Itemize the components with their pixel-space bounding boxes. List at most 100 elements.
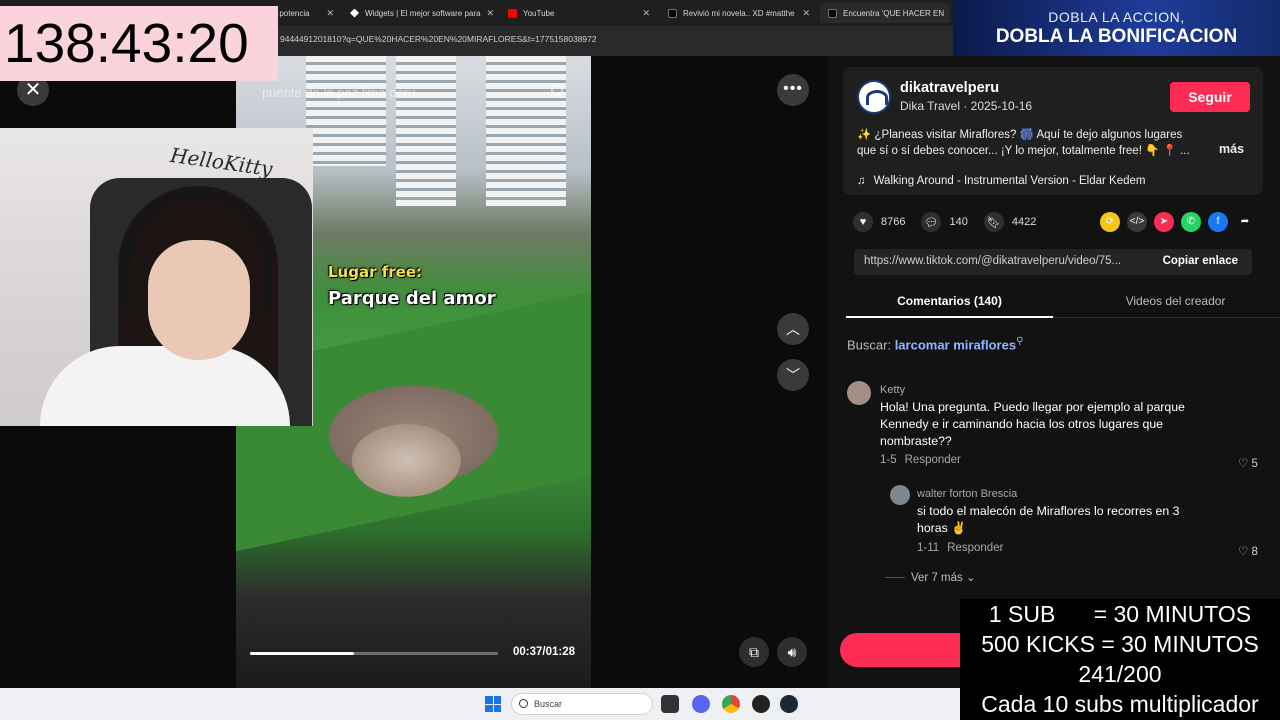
obs-icon[interactable] <box>752 695 770 713</box>
tiktok-favicon-icon <box>828 8 837 18</box>
more-options-button[interactable]: ••• <box>777 74 809 106</box>
promo-line-1: DOBLA LA ACCION, <box>1048 9 1185 25</box>
close-tab-icon[interactable]: ✕ <box>486 8 494 19</box>
subathon-line-2: 500 KICKS = 30 MINUTOS <box>981 631 1259 657</box>
close-tab-icon[interactable]: ✕ <box>642 8 650 19</box>
reply-button[interactable]: Responder <box>947 542 1003 554</box>
discord-icon[interactable] <box>692 695 710 713</box>
whatsapp-icon[interactable]: ✆ <box>1181 212 1201 232</box>
like-stat[interactable]: ♥ 8766 <box>853 212 905 232</box>
post-info-card: dikatravelperu Dika Travel · 2025-10-16 … <box>843 67 1263 195</box>
comment-icon[interactable]: 💬︎ <box>921 212 942 232</box>
save-count: 4422 <box>1011 216 1037 228</box>
chrome-icon[interactable] <box>722 695 740 713</box>
building-image <box>306 56 386 166</box>
close-tab-icon[interactable]: ✕ <box>326 8 334 19</box>
panel-tabs: Comentarios (140) Videos del creador <box>846 284 1280 318</box>
next-video-button[interactable]: ﹀ <box>777 359 809 391</box>
youtube-favicon-icon <box>508 8 517 18</box>
share-arrow-icon[interactable]: ➦ <box>1235 212 1255 232</box>
video-caption-label: Lugar free: <box>328 263 422 281</box>
stream-timer: 138:43:20 <box>0 6 278 81</box>
follow-button[interactable]: Seguir <box>1170 82 1250 112</box>
comment-stat[interactable]: 💬︎ 140 <box>921 212 968 232</box>
subathon-line-4: Cada 10 subs multiplicador <box>981 691 1259 717</box>
embed-icon[interactable]: </> <box>1127 212 1147 232</box>
tab-label: Widgets | El mejor software para <box>365 8 481 18</box>
search-suggestion[interactable]: Buscar: larcomar miraflores⚲ <box>847 336 1023 352</box>
tab-label: Encuentra 'QUE HACER EN <box>843 8 945 18</box>
comment-date: 1-11 <box>917 542 940 554</box>
task-view-icon[interactable] <box>661 695 679 713</box>
close-tab-icon[interactable]: ✕ <box>802 8 810 19</box>
creator-avatar[interactable] <box>857 80 891 114</box>
video-caption-title: Parque del amor <box>328 288 496 309</box>
search-suggestion-keyword[interactable]: larcomar miraflores <box>895 337 1016 352</box>
url-text[interactable]: 9444491201810?q=QUE%20HACER%20EN%20MIRAF… <box>280 34 597 44</box>
view-more-replies[interactable]: Ver 7 más ⌄ <box>885 570 976 584</box>
music-row[interactable]: ♫ Walking Around - Instrumental Version -… <box>857 175 1146 187</box>
heart-outline-icon: ♡ <box>1238 546 1249 558</box>
comment-date: 1-5 <box>880 454 897 466</box>
comment-like[interactable]: ♡ 5 <box>1238 456 1258 470</box>
music-title: Walking Around - Instrumental Version - … <box>873 175 1146 187</box>
bookmark-icon[interactable]: 🔖︎ <box>983 212 1004 232</box>
comment-count: 140 <box>949 216 968 228</box>
taskbar-search[interactable]: Buscar <box>511 693 653 715</box>
webcam-overlay: HelloKitty <box>0 128 313 426</box>
subathon-line-1: 1 SUB = 30 MINUTOS <box>988 601 1252 627</box>
widgets-favicon-icon <box>350 8 359 18</box>
building-image <box>486 56 566 206</box>
engagement-stats: ♥ 8766 💬︎ 140 🔖︎ 4422 <box>853 212 1052 232</box>
creator-username[interactable]: dikatravelperu <box>900 80 999 96</box>
search-suggestion-prefix: Buscar: <box>847 337 895 353</box>
previous-video-button[interactable]: ︿ <box>777 313 809 345</box>
screen: ra potencia ✕ Widgets | El mejor softwar… <box>0 0 1280 720</box>
commenter-avatar[interactable] <box>890 485 910 505</box>
comment-meta: 1-11 Responder <box>917 542 1003 554</box>
view-more-label: Ver 7 más <box>911 572 963 584</box>
tab-creator-videos[interactable]: Videos del creador <box>1072 284 1279 318</box>
chevron-down-icon: ⌄ <box>965 572 976 584</box>
taskbar-search-placeholder: Buscar <box>534 699 563 709</box>
browser-tab[interactable]: Widgets | El mejor software para ✕ <box>342 3 500 23</box>
share-buttons: ⟳ </> ➤ ✆ f ➦ <box>1100 212 1255 232</box>
save-stat[interactable]: 🔖︎ 4422 <box>983 212 1037 232</box>
building-image <box>396 56 456 206</box>
tab-comments[interactable]: Comentarios (140) <box>846 284 1053 318</box>
comment-like[interactable]: ♡ 8 <box>1238 544 1258 558</box>
share-link-row: https://www.tiktok.com/@dikatravelperu/v… <box>854 249 1252 275</box>
copy-link-button[interactable]: Copiar enlace <box>1163 255 1238 267</box>
heart-icon[interactable]: ♥ <box>853 212 873 232</box>
post-description: ✨ ¿Planeas visitar Miraflores? 🎆 Aquí te… <box>857 129 1190 157</box>
subathon-line-3: 241/200 <box>1078 661 1162 687</box>
commenter-name[interactable]: walter forton Brescia <box>917 488 1017 500</box>
reply-button[interactable]: Responder <box>905 454 961 466</box>
commenter-name[interactable]: Ketty <box>880 384 905 396</box>
commenter-avatar[interactable] <box>847 381 871 405</box>
browser-tab-active[interactable]: Encuentra 'QUE HACER EN <box>820 3 950 23</box>
comment-like-count: 5 <box>1251 458 1258 470</box>
video-search-text: puente de la paz lima peru <box>262 85 416 100</box>
facebook-icon[interactable]: f <box>1208 212 1228 232</box>
send-icon[interactable]: ➤ <box>1154 212 1174 232</box>
tab-label: YouTube <box>523 8 555 18</box>
more-description-button[interactable]: más <box>1219 142 1244 156</box>
chevron-up-icon: ︿ <box>786 321 800 337</box>
steam-icon[interactable] <box>780 695 798 713</box>
browser-tab[interactable]: YouTube ✕ <box>500 3 658 23</box>
divider <box>885 577 905 579</box>
details-panel: dikatravelperu Dika Travel · 2025-10-16 … <box>828 56 1280 688</box>
shirt-image <box>40 346 290 426</box>
windows-start-icon[interactable] <box>485 696 501 712</box>
comment-text: Hola! Una pregunta. Puedo llegar por eje… <box>880 400 1185 448</box>
repost-icon[interactable]: ⟳ <box>1100 212 1120 232</box>
webcam-wall-text: HelloKitty <box>168 142 274 182</box>
volume-button[interactable]: 🔊︎ <box>777 637 807 667</box>
share-link-text[interactable]: https://www.tiktok.com/@dikatravelperu/v… <box>864 255 1144 267</box>
browser-tab[interactable]: Revivió mi novela.. XD #matthe ✕ <box>660 3 818 23</box>
video-progress-bar[interactable] <box>250 652 498 655</box>
picture-in-picture-button[interactable]: ⧉ <box>739 637 769 667</box>
music-note-icon: ♫ <box>857 175 866 187</box>
search-icon: ⚲ <box>1016 336 1024 347</box>
